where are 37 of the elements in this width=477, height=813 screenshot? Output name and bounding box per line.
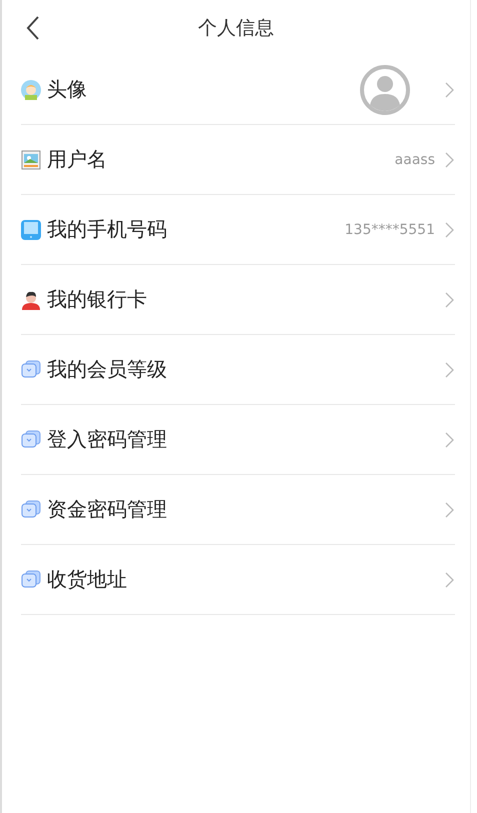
back-icon[interactable] xyxy=(26,15,40,41)
menu-row[interactable]: 用户名 aaass xyxy=(21,125,455,195)
menu-row[interactable]: 我的手机号码 135****5551 xyxy=(21,195,455,265)
tablet-icon xyxy=(21,220,41,240)
chevron-icon xyxy=(445,502,454,518)
baby-avatar-icon xyxy=(21,80,41,100)
chevron-icon xyxy=(445,82,454,98)
chat-cards-icon xyxy=(21,360,41,380)
row-label: 头像 xyxy=(47,76,87,103)
menu-row[interactable]: 资金密码管理 xyxy=(21,475,455,545)
chat-cards-icon xyxy=(21,430,41,450)
avatar-icon xyxy=(360,64,410,114)
menu-row[interactable]: 登入密码管理 xyxy=(21,405,455,475)
menu-row[interactable]: 我的会员等级 xyxy=(21,335,455,405)
picture-icon xyxy=(21,150,41,170)
row-label: 用户名 xyxy=(47,146,107,173)
chat-cards-icon xyxy=(21,500,41,520)
person-icon xyxy=(21,290,41,310)
row-label: 登入密码管理 xyxy=(47,426,167,453)
row-value: 135****5551 xyxy=(344,222,435,238)
chevron-icon xyxy=(445,222,454,238)
menu-row[interactable]: 收货地址 xyxy=(21,545,455,615)
chevron-icon xyxy=(445,152,454,168)
row-label: 收货地址 xyxy=(47,566,127,593)
menu-row[interactable]: 头像 xyxy=(21,55,455,125)
chevron-icon xyxy=(445,432,454,448)
chevron-icon xyxy=(445,572,454,588)
chat-cards-icon xyxy=(21,570,41,590)
row-label: 我的银行卡 xyxy=(47,286,147,313)
row-label: 资金密码管理 xyxy=(47,496,167,523)
row-label: 我的会员等级 xyxy=(47,356,167,383)
row-label: 我的手机号码 xyxy=(47,216,167,243)
menu-row[interactable]: 我的银行卡 xyxy=(21,265,455,335)
chevron-icon xyxy=(445,292,454,308)
page-title: 个人信息 xyxy=(198,16,274,40)
chevron-icon xyxy=(445,362,454,378)
row-value: aaass xyxy=(394,152,435,168)
